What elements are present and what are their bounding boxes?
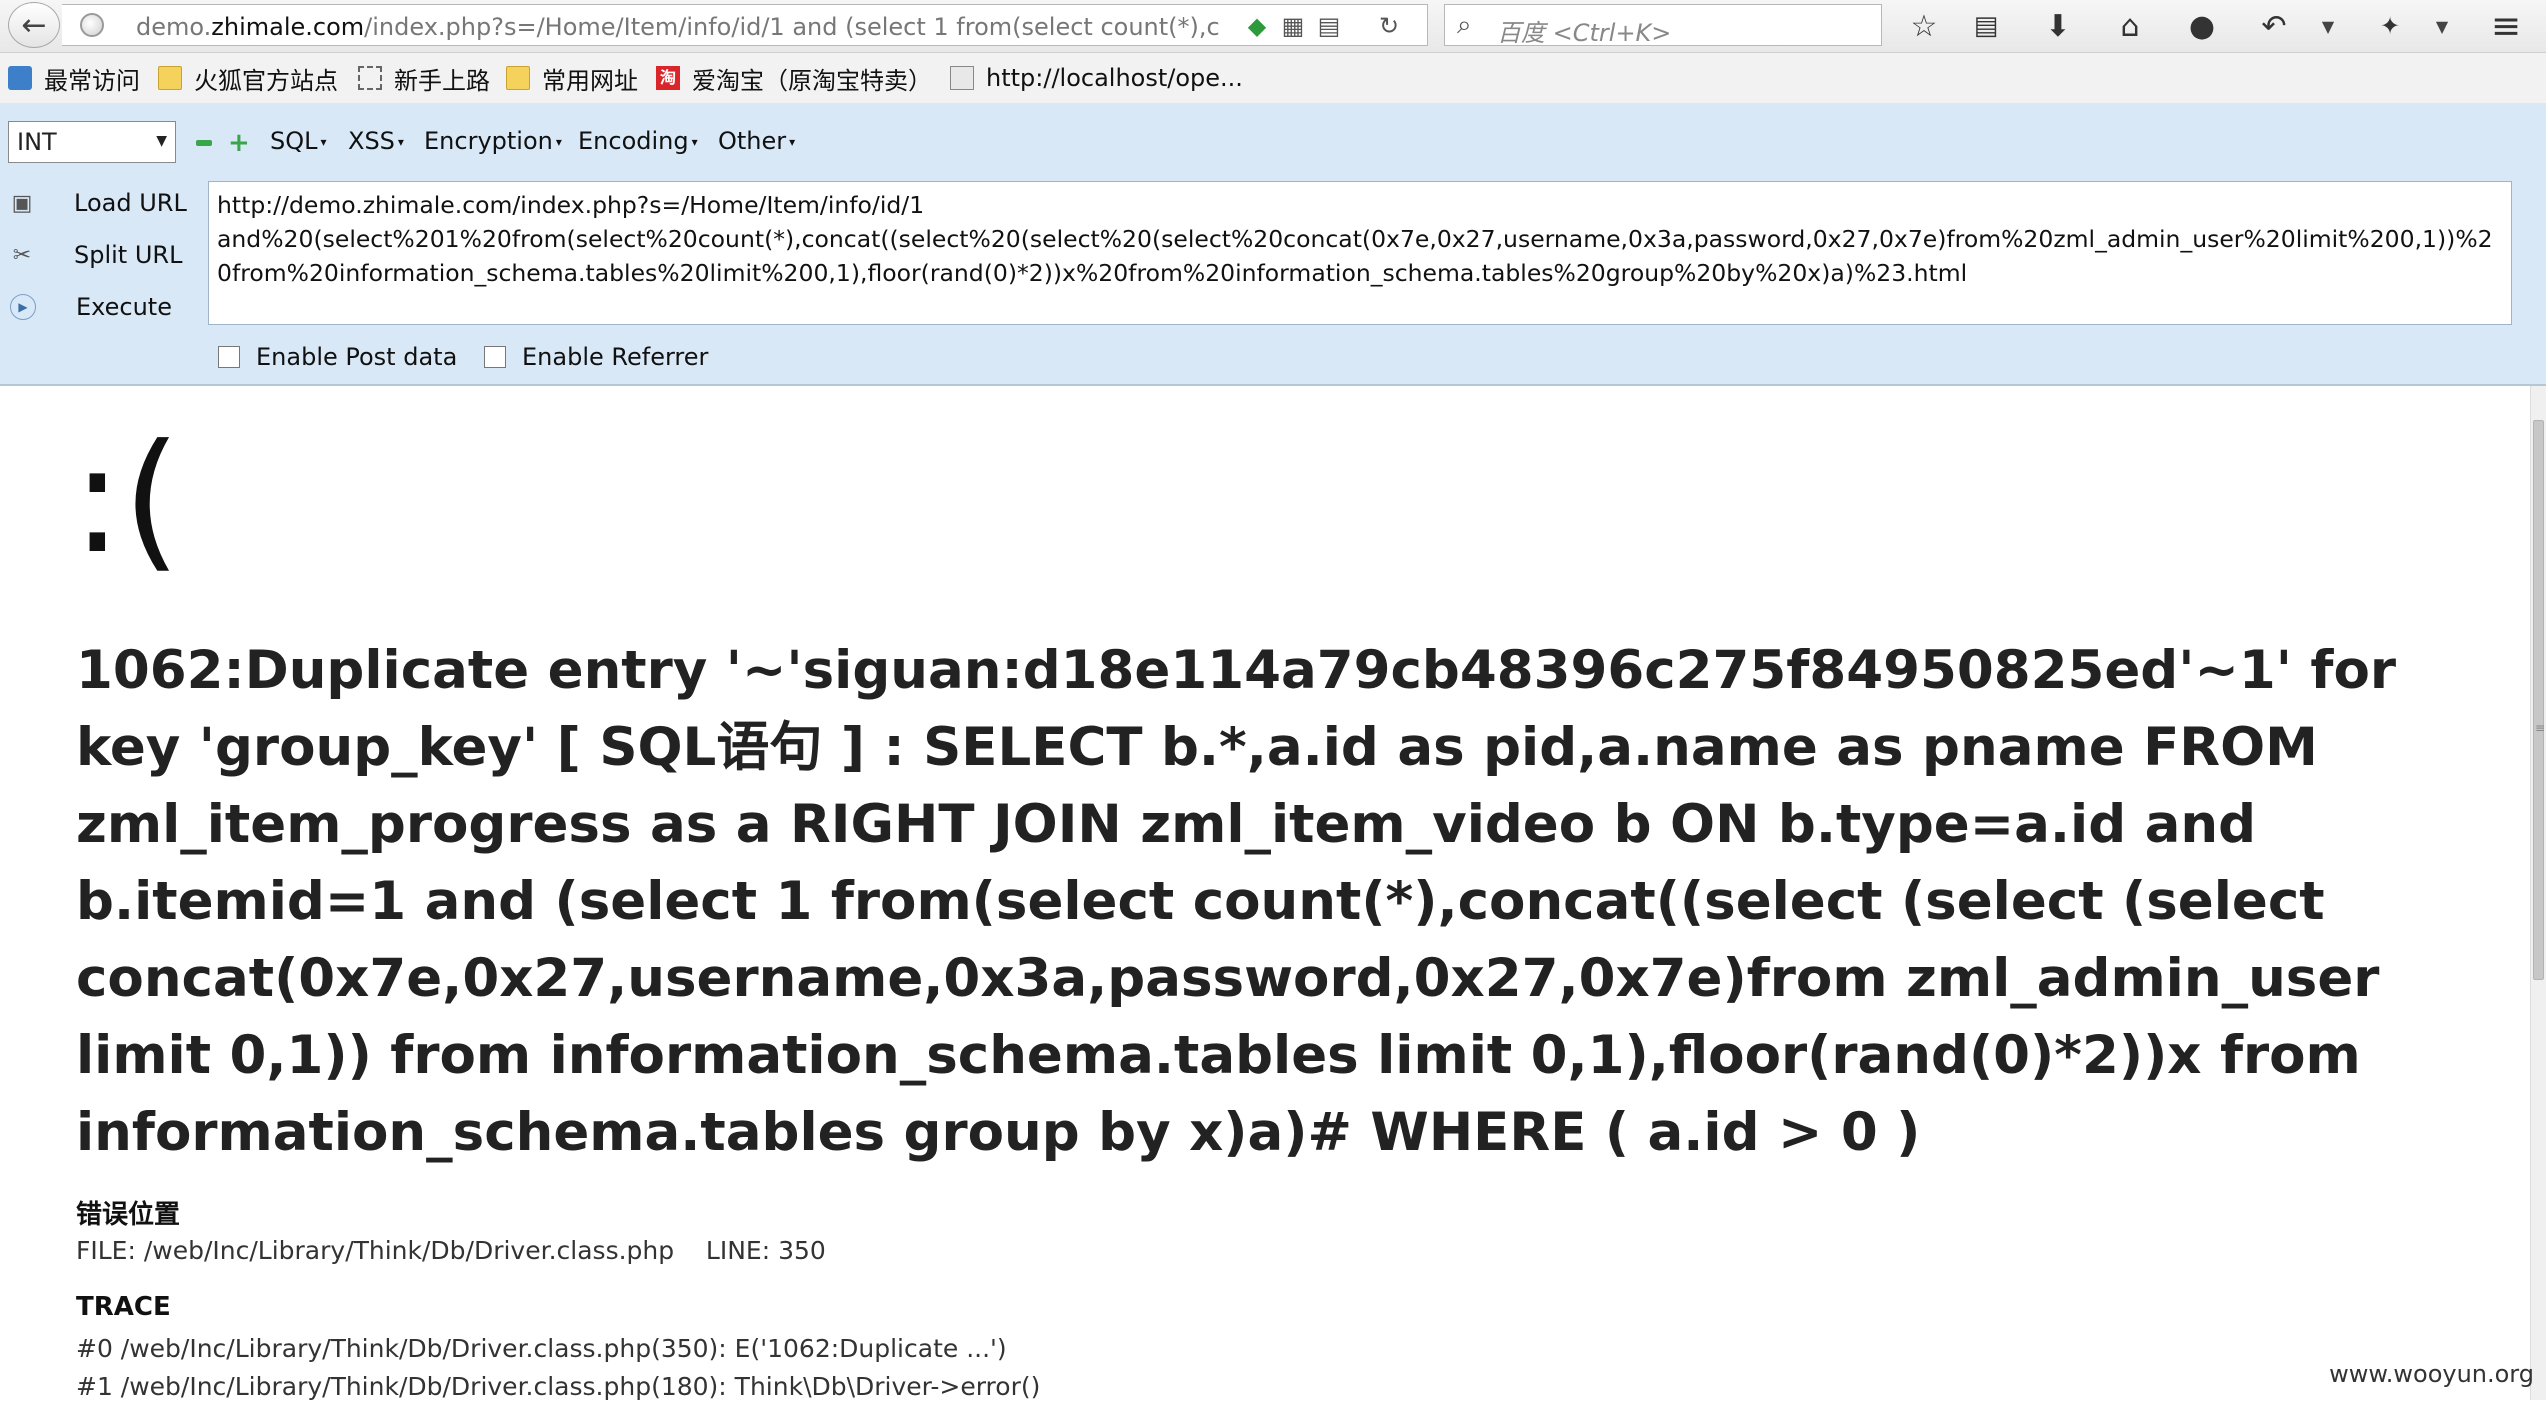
bookmark-getting-started[interactable]: 新手上路 bbox=[358, 63, 490, 95]
addon-dropdown-icon[interactable]: ▼ bbox=[2432, 6, 2452, 46]
trace-line: #1 /web/Inc/Library/Think/Db/Driver.clas… bbox=[76, 1372, 1041, 1401]
folder-icon bbox=[158, 66, 182, 90]
bookmark-aitaobao[interactable]: 淘 爱淘宝（原淘宝特卖） bbox=[656, 63, 932, 95]
vertical-scrollbar[interactable]: ≡ bbox=[2530, 386, 2546, 1400]
bookmark-firefox-official[interactable]: 火狐官方站点 bbox=[158, 63, 338, 95]
taobao-icon: 淘 bbox=[656, 66, 680, 90]
search-icon: ⌕ bbox=[1457, 10, 1472, 40]
menu-label: Other bbox=[718, 127, 787, 155]
home-icon[interactable]: ⌂ bbox=[2110, 6, 2150, 46]
play-icon: ▶ bbox=[10, 294, 36, 320]
scrollbar-thumb[interactable]: ≡ bbox=[2533, 420, 2546, 980]
trace-line: #0 /web/Inc/Library/Think/Db/Driver.clas… bbox=[76, 1334, 1007, 1363]
bookmark-star-icon[interactable]: ☆ bbox=[1904, 6, 1944, 46]
caret-icon: ▾ bbox=[320, 135, 327, 149]
action-label: Execute bbox=[76, 293, 172, 321]
dashed-folder-icon bbox=[358, 66, 382, 90]
hamburger-menu-icon[interactable]: ≡ bbox=[2486, 6, 2526, 47]
addon-icon[interactable]: ✦ bbox=[2370, 6, 2410, 46]
sad-face: :( bbox=[72, 413, 182, 587]
action-label: Split URL bbox=[74, 241, 183, 269]
load-url-button[interactable]: ▣ Load URL bbox=[10, 181, 200, 225]
enable-referrer-checkbox[interactable]: Enable Referrer bbox=[484, 343, 708, 371]
bookmark-label: 最常访问 bbox=[44, 66, 140, 95]
trace-title: TRACE bbox=[76, 1292, 171, 1322]
grip-icon: ≡ bbox=[2535, 721, 2546, 735]
menu-sql[interactable]: SQL ▾ bbox=[270, 127, 327, 155]
bookmark-most-visited[interactable]: 最常访问 bbox=[8, 63, 140, 95]
bookmark-label: 火狐官方站点 bbox=[194, 66, 338, 95]
bookmarks-list-icon[interactable]: ▤ bbox=[1966, 6, 2006, 46]
decrement-icon[interactable] bbox=[196, 140, 212, 146]
menu-encryption[interactable]: Encryption ▾ bbox=[424, 127, 562, 155]
file-line-info: FILE: /web/Inc/Library/Think/Db/Driver.c… bbox=[76, 1236, 826, 1265]
search-placeholder: 百度 <Ctrl+K> bbox=[1497, 19, 1672, 47]
bookmark-label: 常用网址 bbox=[542, 66, 638, 95]
menu-label: XSS bbox=[348, 127, 395, 155]
caret-icon: ▾ bbox=[397, 135, 404, 149]
checkbox-label: Enable Referrer bbox=[522, 343, 709, 371]
checkbox-box[interactable] bbox=[218, 346, 240, 368]
checkbox-label: Enable Post data bbox=[256, 343, 458, 371]
download-icon[interactable]: ⬇ bbox=[2038, 6, 2078, 46]
scissors-icon: ✂ bbox=[12, 242, 32, 268]
checkbox-box[interactable] bbox=[484, 346, 506, 368]
undo-icon[interactable]: ↶ bbox=[2254, 6, 2294, 46]
bookmarks-toolbar: 最常访问 火狐官方站点 新手上路 常用网址 淘 爱淘宝（原淘宝特卖） http:… bbox=[0, 53, 2546, 103]
watermark: www.wooyun.org bbox=[2329, 1360, 2534, 1388]
error-message: 1062:Duplicate entry '~'siguan:d18e114a7… bbox=[76, 640, 2397, 1163]
hackbar-url-textarea[interactable]: http://demo.zhimale.com/index.php?s=/Hom… bbox=[208, 181, 2512, 325]
url-path: /index.php?s=/Home/Item/info/id/1 and (s… bbox=[364, 13, 1220, 41]
back-button[interactable]: ← bbox=[8, 2, 60, 48]
execute-button[interactable]: ▶ Execute bbox=[10, 285, 200, 329]
split-url-button[interactable]: ✂ Split URL bbox=[10, 233, 200, 277]
load-url-icon: ▣ bbox=[11, 190, 33, 216]
caret-icon: ▾ bbox=[691, 135, 698, 149]
int-select[interactable]: INT ▼ bbox=[8, 121, 176, 163]
menu-label: Encoding bbox=[578, 127, 689, 155]
undo-dropdown-icon[interactable]: ▼ bbox=[2318, 6, 2338, 46]
reader-view-icon[interactable]: ▤ bbox=[1314, 12, 1344, 40]
caret-icon: ▾ bbox=[789, 135, 796, 149]
increment-icon[interactable]: + bbox=[228, 130, 250, 156]
folder-icon bbox=[506, 66, 530, 90]
most-visited-icon bbox=[8, 66, 32, 90]
url-host: zhimale.com bbox=[211, 13, 365, 41]
shield-icon[interactable]: ◆ bbox=[1242, 12, 1272, 40]
action-label: Load URL bbox=[74, 189, 187, 217]
url-bar[interactable]: demo.zhimale.com/index.php?s=/Home/Item/… bbox=[62, 4, 1428, 46]
url-prefix: demo. bbox=[136, 13, 212, 41]
menu-label: Encryption bbox=[424, 127, 553, 155]
menu-xss[interactable]: XSS ▾ bbox=[348, 127, 404, 155]
chevron-down-icon: ▼ bbox=[156, 133, 167, 149]
error-location-title: 错误位置 bbox=[76, 1200, 181, 1230]
menu-encoding[interactable]: Encoding ▾ bbox=[578, 127, 698, 155]
bookmark-label: 爱淘宝（原淘宝特卖） bbox=[692, 66, 932, 95]
caret-icon: ▾ bbox=[555, 135, 562, 149]
bookmark-label: 新手上路 bbox=[394, 66, 490, 95]
menu-other[interactable]: Other ▾ bbox=[718, 127, 795, 155]
back-arrow-icon: ← bbox=[21, 7, 47, 43]
reload-icon[interactable]: ↻ bbox=[1374, 12, 1404, 40]
enable-post-data-checkbox[interactable]: Enable Post data bbox=[218, 343, 457, 371]
bookmark-common-sites[interactable]: 常用网址 bbox=[506, 63, 638, 95]
url-text[interactable]: demo.zhimale.com/index.php?s=/Home/Item/… bbox=[136, 13, 1238, 41]
search-bar[interactable]: ⌕ 百度 <Ctrl+K> bbox=[1444, 4, 1882, 47]
chat-icon[interactable]: ● bbox=[2182, 6, 2222, 46]
page-icon bbox=[950, 66, 974, 90]
page-content: :( 1062:Duplicate entry '~'siguan:d18e11… bbox=[0, 386, 2530, 1401]
int-select-value: INT bbox=[17, 128, 57, 156]
bookmark-localhost[interactable]: http://localhost/ope... bbox=[950, 63, 1243, 93]
site-identity-icon[interactable] bbox=[80, 13, 104, 37]
navigation-toolbar: ← demo.zhimale.com/index.php?s=/Home/Ite… bbox=[0, 0, 2546, 53]
hackbar-panel: INT ▼ + SQL ▾ XSS ▾ Encryption ▾ Encoding ▾ … bbox=[0, 103, 2546, 386]
menu-label: SQL bbox=[270, 127, 318, 155]
qr-code-icon[interactable]: ▦ bbox=[1278, 12, 1308, 40]
bookmark-label: http://localhost/ope... bbox=[986, 64, 1243, 92]
